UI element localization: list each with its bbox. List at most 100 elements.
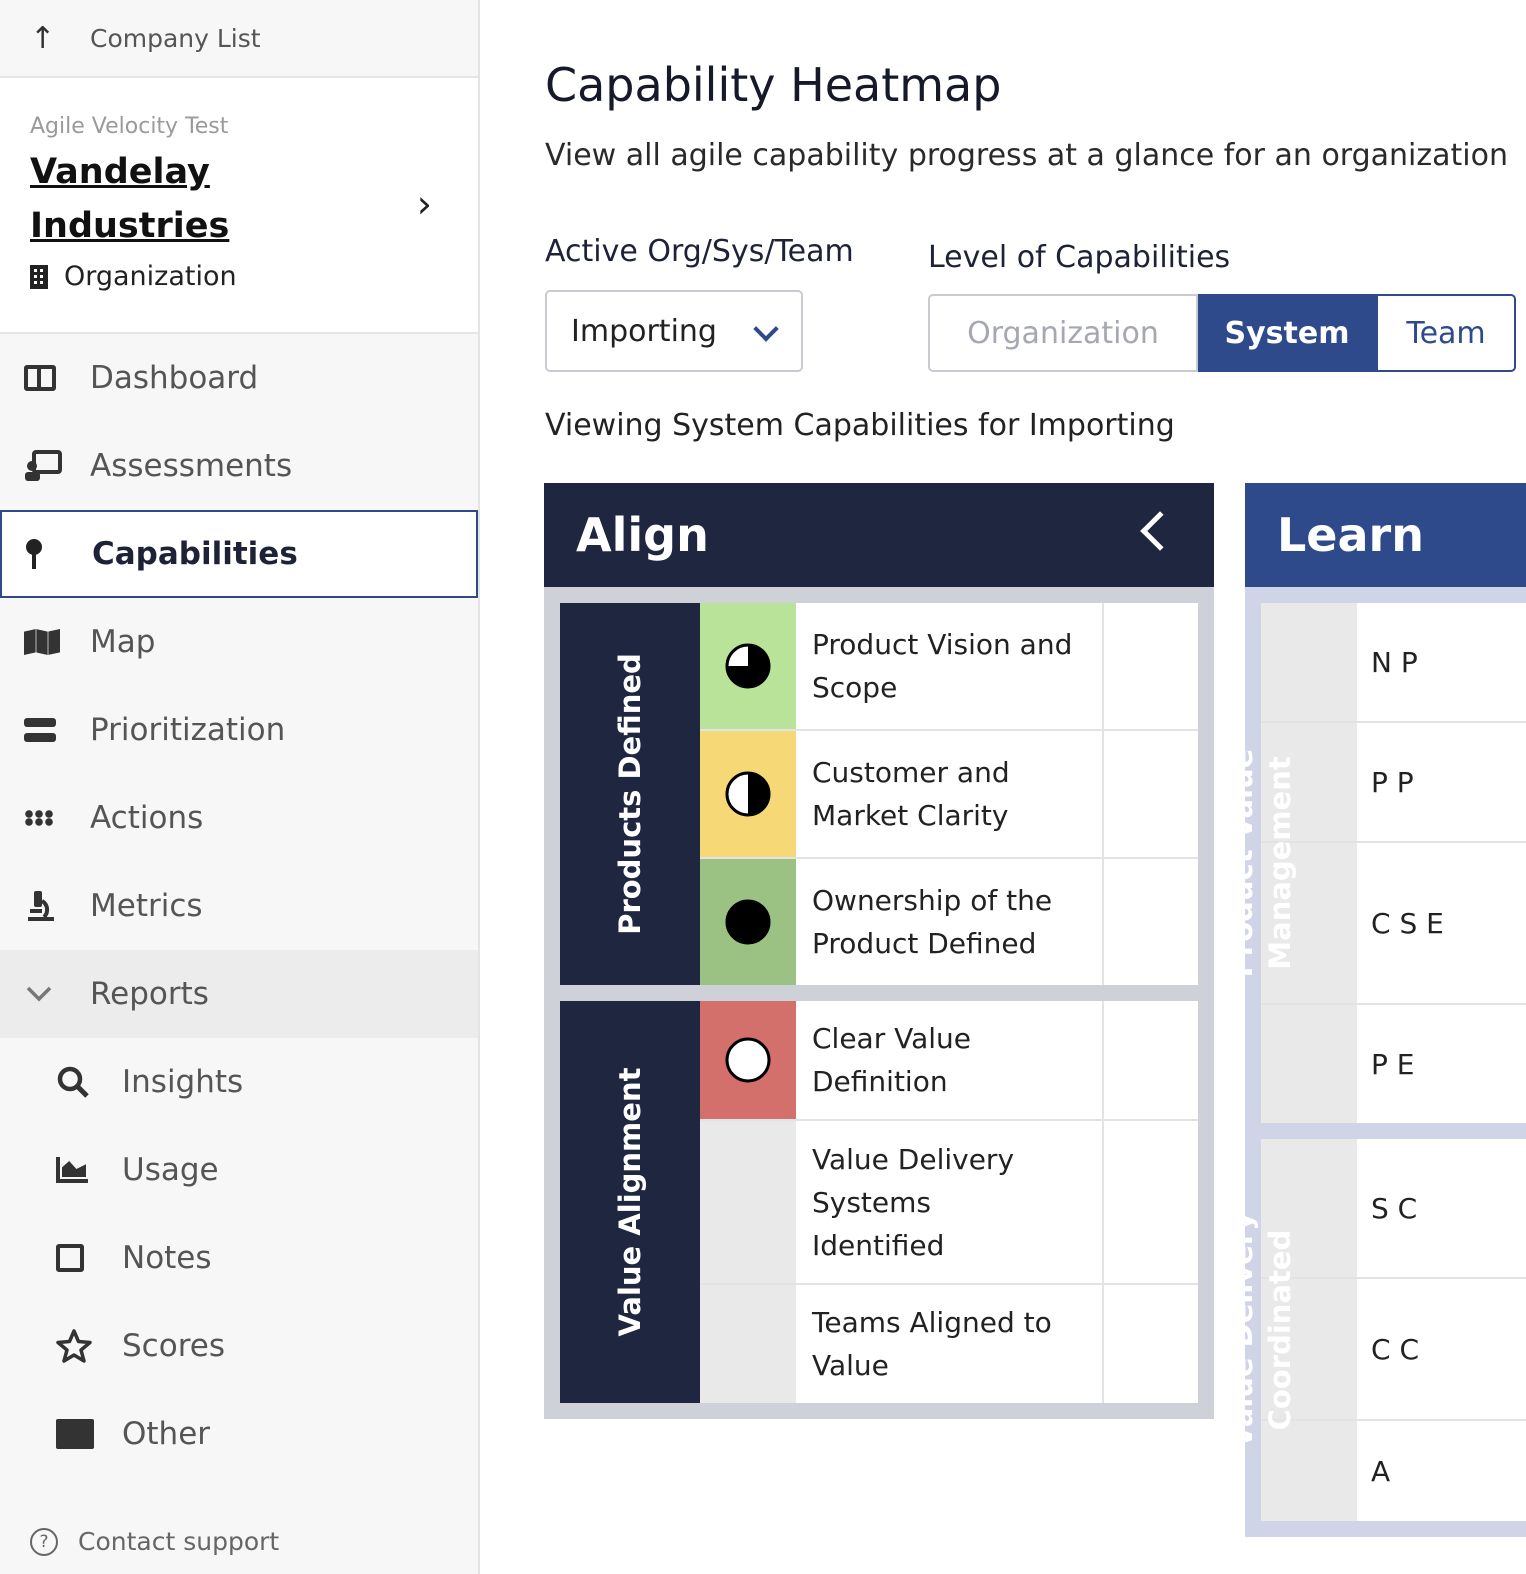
full-circle-icon xyxy=(725,899,771,945)
viewing-caption: Viewing System Capabilities for Importin… xyxy=(545,408,1175,443)
org-switcher[interactable]: Agile Velocity Test Vandelay Industries … xyxy=(0,78,478,334)
group-label: Value Alignment xyxy=(560,1001,700,1403)
status-cell xyxy=(700,1285,796,1403)
sidebar-item-map[interactable]: Map xyxy=(0,598,478,686)
align-title: Align xyxy=(576,508,709,562)
sidebar-item-insights[interactable]: Insights xyxy=(0,1038,478,1126)
capability-row[interactable]: A xyxy=(1261,1421,1526,1521)
contact-support-link[interactable]: ? Contact support xyxy=(30,1527,279,1556)
level-toggle: Organization System Team xyxy=(928,294,1516,372)
sidebar-item-label: Dashboard xyxy=(90,360,259,396)
active-select-label: Active Org/Sys/Team xyxy=(545,234,854,269)
capability-name: Customer and Market Clarity xyxy=(796,731,1104,857)
status-cell xyxy=(700,1001,796,1119)
align-panel: Align Products Defined Product Vision an… xyxy=(544,483,1214,1419)
status-cell xyxy=(700,731,796,857)
capability-name: Teams Aligned to Value xyxy=(796,1285,1104,1403)
capability-name: C C xyxy=(1371,1332,1420,1366)
capability-extra xyxy=(1104,731,1198,857)
capability-row[interactable]: Value Delivery Systems Identified xyxy=(700,1121,1198,1285)
chevron-left-icon[interactable] xyxy=(1140,511,1180,551)
sidebar-item-reports[interactable]: Reports xyxy=(0,950,478,1038)
note-icon xyxy=(56,1244,122,1272)
sidebar-item-label: Prioritization xyxy=(90,712,286,748)
level-option-team[interactable]: Team xyxy=(1376,294,1516,372)
level-option-organization[interactable]: Organization xyxy=(928,294,1198,372)
active-org-select[interactable]: Importing xyxy=(545,290,803,372)
capability-group: Value Delivery Coordinated S C C C A xyxy=(1225,1139,1526,1521)
search-icon xyxy=(56,1065,122,1099)
chevron-right-icon[interactable]: › xyxy=(417,182,432,226)
half-circle-icon xyxy=(725,771,771,817)
dashboard-icon xyxy=(24,365,90,391)
capability-row[interactable]: Product Vision and Scope xyxy=(700,603,1198,731)
assessments-icon xyxy=(24,450,90,482)
capability-row[interactable]: P E xyxy=(1261,1005,1526,1123)
capability-row[interactable]: Customer and Market Clarity xyxy=(700,731,1198,859)
sidebar-item-scores[interactable]: Scores xyxy=(0,1302,478,1390)
capability-name: N P xyxy=(1371,645,1418,679)
sidebar-item-capabilities[interactable]: Capabilities xyxy=(0,510,478,598)
three-quarter-circle-icon xyxy=(725,643,771,689)
sidebar-item-label: Insights xyxy=(122,1064,244,1100)
capability-row[interactable]: Clear Value Definition xyxy=(700,1001,1198,1121)
empty-circle-icon xyxy=(725,1037,771,1083)
capability-name: P P xyxy=(1371,765,1414,799)
learn-panel: Learn Product Value Management N P P P C… xyxy=(1225,483,1526,1537)
learn-header: Learn xyxy=(1245,483,1526,587)
capability-extra xyxy=(1104,603,1198,729)
capability-name: S C xyxy=(1371,1191,1418,1225)
star-icon xyxy=(56,1329,122,1363)
sidebar-item-label: Capabilities xyxy=(92,536,298,572)
sidebar-item-label: Scores xyxy=(122,1328,225,1364)
status-cell xyxy=(1261,1005,1357,1123)
sidebar-item-label: Usage xyxy=(122,1152,219,1188)
status-cell xyxy=(1261,603,1357,721)
capability-name: Clear Value Definition xyxy=(796,1001,1104,1119)
contact-support-label: Contact support xyxy=(78,1527,280,1556)
group-rows: Clear Value Definition Value Delivery Sy… xyxy=(700,1001,1198,1403)
main-content: Capability Heatmap View all agile capabi… xyxy=(480,0,1526,1574)
sidebar-item-actions[interactable]: Actions xyxy=(0,774,478,862)
arrow-up-icon: ↑ xyxy=(30,20,56,56)
sidebar-item-prioritization[interactable]: Prioritization xyxy=(0,686,478,774)
status-cell xyxy=(700,859,796,985)
company-list-link[interactable]: ↑ Company List xyxy=(0,0,478,78)
capability-extra xyxy=(1104,1001,1198,1119)
page-subtitle: View all agile capability progress at a … xyxy=(545,138,1508,173)
level-option-system[interactable]: System xyxy=(1198,294,1376,372)
pin-icon xyxy=(26,539,92,569)
org-type-label: Organization xyxy=(64,261,237,292)
sidebar-item-usage[interactable]: Usage xyxy=(0,1126,478,1214)
capability-group: Product Value Management N P P P C S E P… xyxy=(1225,603,1526,1123)
box-arrow-icon xyxy=(56,1419,122,1449)
company-list-label: Company List xyxy=(90,23,261,53)
capability-name: Product Vision and Scope xyxy=(796,603,1104,729)
sidebar-item-metrics[interactable]: Metrics xyxy=(0,862,478,950)
capability-group: Products Defined Product Vision and Scop… xyxy=(560,603,1198,985)
capability-row[interactable]: C C xyxy=(1261,1279,1526,1421)
capability-name: Ownership of the Product Defined xyxy=(796,859,1104,985)
org-subtitle: Agile Velocity Test xyxy=(30,114,229,139)
sidebar-item-assessments[interactable]: Assessments xyxy=(0,422,478,510)
capability-row[interactable]: C S E xyxy=(1261,843,1526,1005)
group-rows: N P P P C S E P E xyxy=(1261,603,1526,1123)
capability-row[interactable]: P P xyxy=(1261,723,1526,843)
sidebar-item-label: Reports xyxy=(90,976,209,1012)
sidebar-nav: Dashboard Assessments Capabilities Map P… xyxy=(0,334,478,1478)
capability-row[interactable]: S C xyxy=(1261,1139,1526,1279)
sidebar-item-dashboard[interactable]: Dashboard xyxy=(0,334,478,422)
status-cell xyxy=(700,603,796,729)
sidebar-item-other[interactable]: Other xyxy=(0,1390,478,1478)
capability-row[interactable]: Teams Aligned to Value xyxy=(700,1285,1198,1403)
capability-name: P E xyxy=(1371,1047,1415,1081)
sidebar-item-notes[interactable]: Notes xyxy=(0,1214,478,1302)
capability-row[interactable]: N P xyxy=(1261,603,1526,723)
capability-row[interactable]: Ownership of the Product Defined xyxy=(700,859,1198,985)
map-icon xyxy=(24,629,90,655)
grid-dots-icon xyxy=(24,810,90,826)
sidebar-item-label: Map xyxy=(90,624,156,660)
chevron-down-icon xyxy=(24,984,90,1004)
org-name[interactable]: Vandelay Industries xyxy=(30,145,290,253)
capability-name: C S E xyxy=(1371,906,1444,940)
